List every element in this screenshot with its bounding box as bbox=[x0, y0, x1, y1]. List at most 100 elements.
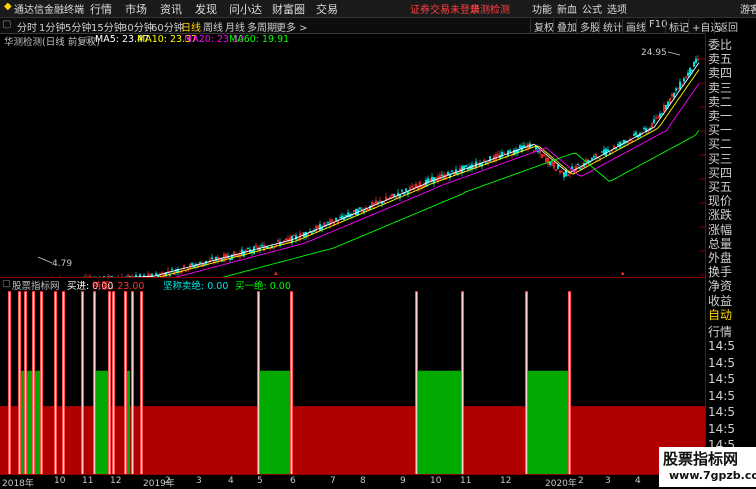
menu-discover[interactable]: 发现 bbox=[195, 1, 217, 17]
signal-bar-core bbox=[109, 292, 110, 474]
menu-formula[interactable]: 公式 bbox=[582, 1, 602, 16]
menu-wealth[interactable]: 财富圈 bbox=[272, 1, 305, 17]
ma10-line bbox=[0, 70, 699, 277]
candle-body bbox=[635, 132, 636, 134]
candle-body bbox=[687, 73, 688, 76]
date-axis: 2018年1011122019年234567891011122020年23456 bbox=[0, 474, 705, 488]
quote-tab[interactable]: 行情 bbox=[708, 323, 732, 340]
period-more[interactable]: 更多 > bbox=[276, 19, 308, 34]
candle-body bbox=[327, 222, 328, 223]
period-15min[interactable]: 15分钟 bbox=[91, 19, 124, 34]
period-monthly[interactable]: 月线 bbox=[225, 19, 245, 34]
candle-body bbox=[171, 269, 172, 270]
candlestick-chart[interactable]: 24.95 4.79 ▴ ▴ bbox=[0, 47, 705, 277]
candle-body bbox=[601, 152, 602, 153]
candle-body bbox=[689, 68, 690, 74]
ma-info-bar: 华测检测(日线 前复权) ▢ MA5: 23.47 MA10: 23.37 MA… bbox=[0, 34, 705, 47]
period-weekly[interactable]: 周线 bbox=[203, 19, 223, 34]
date-tick: 10 bbox=[430, 476, 441, 486]
menu-new[interactable]: 新血 bbox=[557, 1, 577, 16]
menu-options[interactable]: 选项 bbox=[607, 1, 627, 16]
period-60min[interactable]: 60分钟 bbox=[151, 19, 184, 34]
candle-body bbox=[665, 105, 666, 109]
candle-body bbox=[679, 82, 680, 89]
candle-body bbox=[241, 250, 242, 255]
date-tick: 11 bbox=[82, 476, 93, 486]
tick-time: 14:5 bbox=[708, 422, 735, 436]
watermark-title: 股票指标网 bbox=[663, 448, 738, 469]
button-stats[interactable]: 统计 bbox=[599, 19, 623, 34]
menu-market[interactable]: 市场 bbox=[125, 1, 147, 17]
app-title: 通达信金融终端 bbox=[14, 1, 84, 16]
candle-body bbox=[261, 245, 262, 246]
candle-body bbox=[579, 168, 580, 169]
button-back[interactable]: 返回 bbox=[714, 19, 738, 34]
date-tick: 12 bbox=[500, 476, 511, 486]
buy-area bbox=[415, 371, 461, 474]
tick-time: 14:5 bbox=[708, 372, 735, 386]
date-tick: 6 bbox=[290, 476, 296, 486]
watermark-url: www.7gpzb.com bbox=[669, 469, 756, 482]
signal-bar-core bbox=[258, 292, 259, 474]
signal-bar-core bbox=[125, 292, 126, 474]
date-tick: 11 bbox=[460, 476, 471, 486]
period-5min[interactable]: 5分钟 bbox=[65, 19, 91, 34]
candle-body bbox=[673, 93, 674, 97]
menu-trade[interactable]: 交易 bbox=[316, 1, 338, 17]
indicator-chart[interactable] bbox=[0, 289, 705, 474]
tick-time: 14:5 bbox=[708, 339, 735, 353]
tick-time: 14:5 bbox=[708, 405, 735, 419]
candle-body bbox=[633, 134, 634, 135]
button-mark[interactable]: 标记 bbox=[665, 19, 689, 34]
menu-bar: ◆ 通达信金融终端 行情 市场 资讯 发现 问小达 财富圈 交易 证券交易未登录… bbox=[0, 0, 756, 18]
button-adjust[interactable]: 复权 bbox=[530, 19, 554, 34]
candle-body bbox=[345, 215, 346, 216]
candle-body bbox=[451, 171, 452, 172]
menu-news[interactable]: 资讯 bbox=[160, 1, 182, 17]
candle-body bbox=[341, 216, 342, 219]
candle-body bbox=[683, 79, 684, 82]
candle-body bbox=[311, 232, 312, 233]
buy-area bbox=[525, 371, 568, 474]
period-toolbar: ▢ 分时 1分钟 5分钟 15分钟 30分钟 60分钟 日线 周线 月线 多周期… bbox=[0, 18, 705, 34]
date-tick: 2 bbox=[578, 476, 584, 486]
button-overlay[interactable]: 叠加 bbox=[553, 19, 577, 34]
candle-body bbox=[577, 164, 578, 165]
candle-body bbox=[593, 156, 594, 157]
ma20-line bbox=[0, 84, 699, 278]
signal-bar-core bbox=[63, 292, 64, 474]
period-multi[interactable]: 多周期 bbox=[247, 19, 277, 34]
user-label[interactable]: 游客 bbox=[740, 1, 756, 16]
menu-function[interactable]: 功能 bbox=[532, 1, 552, 16]
period-30min[interactable]: 30分钟 bbox=[121, 19, 154, 34]
date-tick: 2 bbox=[165, 476, 171, 486]
button-draw[interactable]: 画线 bbox=[622, 19, 646, 34]
date-tick: 3 bbox=[196, 476, 202, 486]
signal-bar-core bbox=[416, 292, 417, 474]
date-tick: 12 bbox=[110, 476, 121, 486]
period-1min[interactable]: 1分钟 bbox=[39, 19, 65, 34]
candle-body bbox=[607, 150, 608, 151]
menu-wenxiaoda[interactable]: 问小达 bbox=[229, 1, 262, 17]
candle-body bbox=[519, 146, 520, 149]
candle-body bbox=[535, 147, 536, 149]
candle-body bbox=[377, 202, 378, 203]
signal-bar-core bbox=[141, 292, 142, 474]
candle-body bbox=[571, 167, 572, 169]
period-intraday[interactable]: 分时 bbox=[17, 19, 37, 34]
toggle-icon[interactable]: ▢ bbox=[2, 19, 11, 30]
signal-bar-core bbox=[569, 292, 570, 474]
info-toggle-icon[interactable]: ▢ bbox=[85, 34, 94, 45]
ind-toggle-icon[interactable]: ▢ bbox=[2, 278, 11, 289]
auto-tab[interactable]: 自动 bbox=[708, 306, 732, 323]
signal-bar-core bbox=[41, 292, 42, 474]
candle-body bbox=[659, 114, 660, 117]
candle-body bbox=[509, 151, 510, 152]
button-multi-stock[interactable]: 多股 bbox=[576, 19, 600, 34]
menu-quotes[interactable]: 行情 bbox=[90, 1, 112, 17]
date-tick: 4 bbox=[635, 476, 641, 486]
candle-body bbox=[465, 165, 466, 166]
signal-bar-core bbox=[33, 292, 34, 474]
signal-bar-core bbox=[82, 292, 83, 474]
period-daily[interactable]: 日线 bbox=[181, 19, 201, 34]
